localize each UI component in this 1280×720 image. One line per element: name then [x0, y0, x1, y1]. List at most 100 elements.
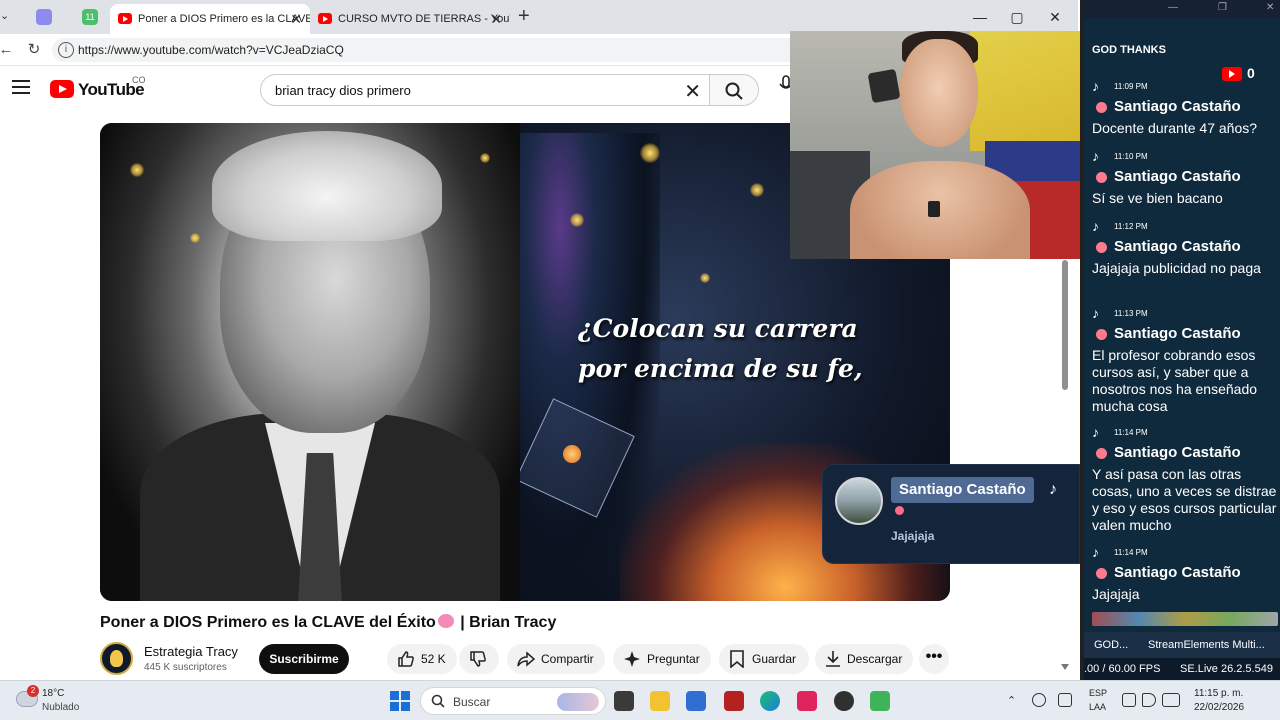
- youtube-favicon-icon: [318, 13, 332, 24]
- task-view-icon[interactable]: [614, 691, 634, 711]
- message-time: 11:13 PM: [1114, 309, 1148, 318]
- keyboard-layout[interactable]: LAA: [1089, 702, 1106, 712]
- obs-studio-icon[interactable]: [834, 691, 854, 711]
- taskbar-search-placeholder: Buscar: [453, 695, 491, 709]
- maximize-icon[interactable]: ▢: [1003, 6, 1031, 28]
- message-user: Santiago Castaño: [1114, 168, 1241, 185]
- streamlabs-icon[interactable]: [870, 691, 890, 711]
- close-window-icon[interactable]: ✕: [1041, 6, 1069, 28]
- microphone-icon[interactable]: [1032, 693, 1046, 707]
- message-time: 11:09 PM: [1114, 82, 1148, 91]
- tiktok-icon: ♪: [1049, 481, 1057, 498]
- tab-youtube-active[interactable]: Poner a DIOS Primero es la CLAVE ✕: [110, 4, 310, 34]
- user-badge-icon: [1096, 448, 1107, 459]
- youtube-icon: [1222, 67, 1242, 81]
- dislike-button[interactable]: [459, 644, 499, 674]
- battery-icon[interactable]: [1162, 693, 1180, 707]
- hamburger-menu-icon[interactable]: [12, 80, 30, 94]
- ask-button[interactable]: Preguntar: [613, 644, 711, 674]
- tab-title: CURSO MVTO DE TIERRAS - YouTube: [338, 13, 510, 25]
- youtube-logo-icon[interactable]: [50, 80, 74, 98]
- page-scrollbar-thumb[interactable]: [1062, 260, 1068, 390]
- microsoft-store-icon[interactable]: [686, 691, 706, 711]
- message-text: Jajajaja: [1092, 586, 1140, 602]
- thumbs-up-icon: [398, 651, 414, 667]
- like-count: 52 K: [421, 652, 446, 666]
- search-input[interactable]: brian tracy dios primero ✕: [260, 74, 710, 106]
- highlight-message: Jajajaja: [891, 529, 935, 543]
- tab-close-icon[interactable]: ✕: [490, 4, 502, 34]
- new-tab-button[interactable]: +: [518, 5, 530, 28]
- subscribe-button[interactable]: Suscribirme: [259, 644, 349, 674]
- more-actions-button[interactable]: •••: [919, 644, 949, 674]
- tray-app-icon[interactable]: [1058, 693, 1072, 707]
- edge-browser-icon[interactable]: [760, 691, 780, 711]
- message-text: Sí se ve bien bacano: [1092, 190, 1223, 206]
- back-arrow-icon[interactable]: ←: [0, 40, 16, 60]
- volume-icon[interactable]: [1142, 693, 1156, 707]
- bookmark-icon: [730, 650, 744, 668]
- tiktok-icon: ♪: [1092, 148, 1099, 164]
- camera-app-icon[interactable]: [36, 9, 52, 25]
- clock-date[interactable]: 22/02/2026: [1194, 702, 1244, 713]
- taskbar-search-input[interactable]: Buscar: [420, 687, 606, 715]
- download-button[interactable]: Descargar: [815, 644, 913, 674]
- refresh-icon[interactable]: ↻: [24, 40, 44, 60]
- pinned-tab-badge[interactable]: 11: [82, 9, 98, 25]
- message-time: 11:14 PM: [1114, 428, 1148, 437]
- sparkle: [190, 233, 200, 243]
- streamer-face: [900, 39, 978, 147]
- like-button[interactable]: 52 K: [387, 644, 457, 674]
- chat-close-icon[interactable]: ✕: [1266, 2, 1274, 13]
- weather-temperature[interactable]: 18°C: [42, 688, 64, 699]
- sparkle-icon: [624, 651, 640, 667]
- share-button[interactable]: Compartir: [507, 644, 605, 674]
- message-user: Santiago Castaño: [1114, 325, 1241, 342]
- tab-youtube-course[interactable]: CURSO MVTO DE TIERRAS - YouTube ✕: [310, 4, 510, 34]
- youtube-viewer-count: 0: [1222, 64, 1262, 84]
- hanging-cap: [867, 68, 901, 104]
- tab-close-icon[interactable]: ✕: [290, 4, 302, 34]
- weather-description[interactable]: Nublado: [42, 702, 79, 713]
- share-arrow-icon: [517, 651, 536, 667]
- channel-name[interactable]: Estrategia Tracy: [144, 644, 238, 659]
- site-info-icon[interactable]: i: [58, 42, 74, 58]
- channel-avatar[interactable]: [100, 642, 133, 675]
- chat-minimize-icon[interactable]: —: [1168, 2, 1178, 13]
- url-text: https://www.youtube.com/watch?v=VCJeaDzi…: [78, 43, 344, 57]
- youtube-count-value: 0: [1247, 65, 1255, 81]
- minimize-icon[interactable]: —: [966, 6, 994, 28]
- dock-tab-streamelements[interactable]: StreamElements Multi...: [1148, 632, 1278, 658]
- tiktok-icon: ♪: [1092, 218, 1099, 234]
- keyboard-language[interactable]: ESP: [1089, 688, 1107, 698]
- network-icon[interactable]: [1122, 693, 1136, 707]
- save-button[interactable]: Guardar: [719, 644, 809, 674]
- video-caption: ¿Colocan su carrera por encima de su fe,: [578, 309, 908, 389]
- clock-time[interactable]: 11:15 p. m.: [1194, 688, 1243, 699]
- dock-tab-god[interactable]: GOD...: [1094, 632, 1142, 658]
- emote-bar[interactable]: [1092, 612, 1278, 626]
- speaker-hair: [212, 131, 442, 241]
- tab-strip: ⌄ 11 Poner a DIOS Primero es la CLAVE ✕ …: [0, 0, 1078, 34]
- search-button[interactable]: [709, 74, 759, 106]
- file-explorer-icon[interactable]: [650, 691, 670, 711]
- search-query: brian tracy dios primero: [275, 83, 411, 98]
- chat-maximize-icon[interactable]: ❐: [1218, 2, 1227, 13]
- video-title-main: Poner a DIOS Primero es la CLAVE del Éxi…: [100, 614, 436, 631]
- video-title-tail: | Brian Tracy: [455, 614, 557, 631]
- dock-tabs: GOD... StreamElements Multi...: [1084, 632, 1280, 658]
- tab-title: Poner a DIOS Primero es la CLAVE: [138, 13, 310, 25]
- sparkle: [750, 183, 764, 197]
- message-user: Santiago Castaño: [1114, 564, 1241, 581]
- tiktok-live-icon[interactable]: [797, 691, 817, 711]
- brave-browser-icon[interactable]: [724, 691, 744, 711]
- save-label: Guardar: [752, 652, 797, 666]
- tab-list-chevron-icon[interactable]: ⌄: [0, 9, 9, 22]
- tray-overflow-chevron-icon[interactable]: ⌃: [1007, 694, 1016, 707]
- webcam-overlay: [790, 31, 1080, 259]
- video-title: Poner a DIOS Primero es la CLAVE del Éxi…: [100, 614, 556, 632]
- windows-start-icon[interactable]: [390, 691, 410, 711]
- clear-search-icon[interactable]: ✕: [684, 79, 701, 104]
- url-field[interactable]: i https://www.youtube.com/watch?v=VCJeaD…: [52, 38, 812, 62]
- scroll-down-arrow-icon[interactable]: [1061, 664, 1069, 670]
